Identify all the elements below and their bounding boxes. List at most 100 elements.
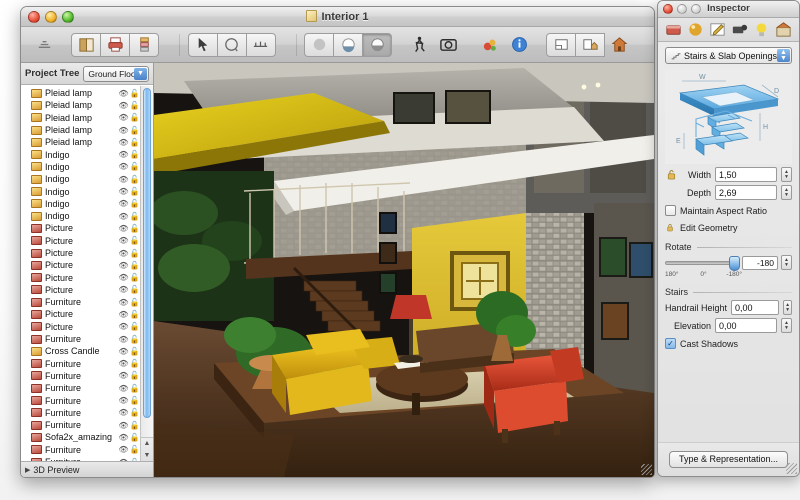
rotate-slider-knob[interactable] xyxy=(728,255,740,271)
scroll-up-icon[interactable]: ▲ xyxy=(141,438,153,450)
eye-icon[interactable]: 👁 xyxy=(118,150,129,159)
width-stepper[interactable]: ▲ ▼ xyxy=(781,167,792,182)
padlock-icon[interactable]: 🔓 xyxy=(129,162,140,171)
eye-icon[interactable]: 👁 xyxy=(118,187,129,196)
layers-button[interactable] xyxy=(129,32,159,57)
eye-icon[interactable]: 👁 xyxy=(118,322,129,331)
inspector-titlebar[interactable]: Inspector xyxy=(658,1,799,18)
padlock-icon[interactable]: 🔓 xyxy=(129,236,140,245)
padlock-icon[interactable]: 🔓 xyxy=(129,224,140,233)
eye-icon[interactable]: 👁 xyxy=(118,138,129,147)
window-titlebar[interactable]: Interior 1 xyxy=(21,7,654,27)
padlock-icon[interactable]: 🔓 xyxy=(129,89,140,98)
padlock-icon[interactable]: 🔓 xyxy=(129,101,140,110)
inspector-resize-corner[interactable] xyxy=(786,463,797,474)
tree-item[interactable]: Indigo 👁 🔓 xyxy=(21,173,140,185)
eye-icon[interactable]: 👁 xyxy=(118,89,129,98)
rotate-stepper[interactable]: ▲ ▼ xyxy=(781,255,792,270)
tree-item[interactable]: Indigo 👁 🔓 xyxy=(21,210,140,222)
object-type-selector[interactable]: Stairs & Slab Openings ▲ ▼ xyxy=(665,47,792,64)
eye-icon[interactable]: 👁 xyxy=(118,199,129,208)
padlock-icon[interactable]: 🔓 xyxy=(129,458,140,461)
rotate-value-input[interactable]: -180 xyxy=(742,255,778,270)
eye-icon[interactable]: 👁 xyxy=(118,310,129,319)
elevation-view-button[interactable] xyxy=(575,32,605,57)
maintain-aspect-checkbox[interactable] xyxy=(665,205,676,216)
padlock-icon[interactable]: 🔓 xyxy=(129,249,140,258)
render-engine-button[interactable] xyxy=(475,33,505,57)
scrollbar-thumb[interactable] xyxy=(143,88,151,418)
rotate-slider[interactable] xyxy=(665,255,740,271)
padlock-icon[interactable]: 🔓 xyxy=(129,126,140,135)
padlock-icon[interactable]: 🔓 xyxy=(129,285,140,294)
padlock-icon[interactable]: 🔓 xyxy=(129,421,140,430)
padlock-icon[interactable]: 🔓 xyxy=(129,298,140,307)
tree-item[interactable]: Furniture👁🔓 xyxy=(21,407,140,419)
shading-smooth-button[interactable] xyxy=(333,32,363,57)
toolbar-overflow-icon[interactable] xyxy=(29,33,59,57)
padlock-icon[interactable]: 🔓 xyxy=(129,113,140,122)
tree-item[interactable]: Indigo 👁 🔓 xyxy=(21,148,140,160)
depth-input[interactable]: 2,69 xyxy=(715,185,777,200)
tree-item[interactable]: Furniture👁🔓 xyxy=(21,370,140,382)
eye-icon[interactable]: 👁 xyxy=(118,433,129,442)
padlock-icon[interactable]: 🔓 xyxy=(129,138,140,147)
tree-item[interactable]: Indigo 👁 🔓 xyxy=(21,161,140,173)
type-representation-button[interactable]: Type & Representation... xyxy=(668,451,789,468)
disclosure-triangle-icon[interactable]: ▶ xyxy=(25,466,30,474)
eye-icon[interactable]: 👁 xyxy=(118,408,129,417)
orbit-tool-button[interactable] xyxy=(216,32,247,57)
eye-icon[interactable]: 👁 xyxy=(118,335,129,344)
eye-icon[interactable]: 👁 xyxy=(118,359,129,368)
tree-item[interactable]: Furniture👁🔓 xyxy=(21,444,140,456)
home-view-button[interactable] xyxy=(604,33,634,57)
tree-item[interactable]: Furniture👁🔓 xyxy=(21,456,140,461)
tree-item[interactable]: Indigo 👁 🔓 xyxy=(21,185,140,197)
padlock-icon[interactable]: 🔓 xyxy=(129,359,140,368)
info-button[interactable] xyxy=(504,33,534,57)
padlock-icon[interactable]: 🔓 xyxy=(129,335,140,344)
inspector-tab-edit[interactable] xyxy=(708,20,728,39)
padlock-icon[interactable]: 🔓 xyxy=(129,310,140,319)
inspector-tab-material[interactable] xyxy=(686,20,706,39)
tree-item[interactable]: Picture 👁 🔓 xyxy=(21,271,140,283)
tree-item[interactable]: Sofa2x_amazing 👁 🔓 xyxy=(21,431,140,443)
eye-icon[interactable]: 👁 xyxy=(118,273,129,282)
padlock-icon[interactable]: 🔓 xyxy=(129,347,140,356)
cast-shadows-row[interactable]: ✓ Cast Shadows xyxy=(665,338,792,349)
preview-footer[interactable]: ▶ 3D Preview xyxy=(21,461,153,477)
tree-item[interactable]: Picture 👁 🔓 xyxy=(21,308,140,320)
eye-icon[interactable]: 👁 xyxy=(118,445,129,454)
viewport-3d[interactable] xyxy=(154,63,654,477)
eye-icon[interactable]: 👁 xyxy=(118,347,129,356)
padlock-icon[interactable]: 🔓 xyxy=(129,322,140,331)
padlock-icon[interactable]: 🔓 xyxy=(129,261,140,270)
eye-icon[interactable]: 👁 xyxy=(118,298,129,307)
cast-shadows-checkbox[interactable]: ✓ xyxy=(665,338,676,349)
handrail-height-stepper[interactable]: ▲ ▼ xyxy=(783,300,792,315)
tree-item[interactable]: Furniture👁🔓 xyxy=(21,382,140,394)
tree-item[interactable]: Picture 👁 🔓 xyxy=(21,235,140,247)
padlock-icon[interactable]: 🔓 xyxy=(129,150,140,159)
tree-item[interactable]: Pleiad lamp 👁 🔓 xyxy=(21,136,140,148)
tree-item[interactable]: Picture 👁 🔓 xyxy=(21,321,140,333)
inspector-tab-object[interactable] xyxy=(664,20,684,39)
tree-item[interactable]: Cross Candle 👁 🔓 xyxy=(21,345,140,357)
scrollbar-arrows[interactable]: ▲ ▼ xyxy=(141,437,153,461)
eye-icon[interactable]: 👁 xyxy=(118,236,129,245)
padlock-icon[interactable]: 🔓 xyxy=(129,384,140,393)
eye-icon[interactable]: 👁 xyxy=(118,212,129,221)
eye-icon[interactable]: 👁 xyxy=(118,396,129,405)
inspector-tab-light[interactable] xyxy=(752,20,772,39)
tree-item[interactable]: Picture 👁 🔓 xyxy=(21,222,140,234)
eye-icon[interactable]: 👁 xyxy=(118,113,129,122)
tree-item[interactable]: Pleiad lamp 👁 🔓 xyxy=(21,112,140,124)
eye-icon[interactable]: 👁 xyxy=(118,126,129,135)
eye-icon[interactable]: 👁 xyxy=(118,101,129,110)
padlock-icon[interactable]: 🔓 xyxy=(129,433,140,442)
padlock-icon[interactable]: 🔓 xyxy=(129,199,140,208)
depth-stepper[interactable]: ▲ ▼ xyxy=(781,185,792,200)
tree-item[interactable]: Indigo 👁 🔓 xyxy=(21,198,140,210)
tree-item[interactable]: Pleiad lamp 👁 🔓 xyxy=(21,124,140,136)
padlock-icon[interactable]: 🔓 xyxy=(129,273,140,282)
